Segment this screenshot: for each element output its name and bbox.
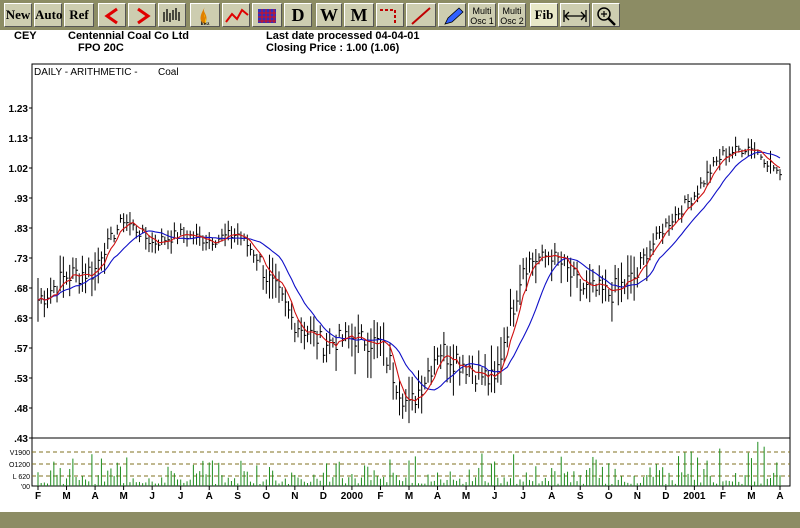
- toolbar: New Auto Ref kwz D W M Multi Osc 1 Multi Osc 2 Fib: [0, 0, 800, 31]
- x-tick-label: O: [605, 491, 613, 502]
- line-chart-icon: [225, 8, 249, 23]
- x-tick-label: M: [747, 491, 755, 502]
- arrow-right-icon: [137, 7, 151, 25]
- auto-button[interactable]: Auto: [34, 3, 62, 27]
- trendline-icon: [411, 7, 431, 25]
- price-chart: 1.23 1.13 1.02 .93 .83 .73 .68 .63 .57 .53 .48 .43 F…: [9, 63, 791, 502]
- chart-panel: CEY Centennial Coal Co Ltd FPO 20C Last …: [0, 30, 800, 512]
- expand-horizontal-icon: [563, 10, 587, 22]
- button-label: M: [350, 5, 368, 25]
- ref-button[interactable]: Ref: [64, 3, 94, 27]
- w-button[interactable]: W: [316, 3, 342, 27]
- button-label: Ref: [69, 7, 89, 22]
- volume-tick-label: '00: [21, 484, 30, 491]
- x-tick-label: F: [720, 491, 726, 502]
- new-button[interactable]: New: [4, 3, 32, 27]
- x-tick-label: A: [91, 491, 98, 502]
- y-tick-label: .43: [14, 434, 28, 445]
- x-tick-label: A: [548, 491, 555, 502]
- button-label: Auto: [35, 7, 63, 22]
- y-tick-label: .83: [14, 224, 28, 235]
- x-tick-label: F: [35, 491, 41, 502]
- x-tick-label: J: [520, 491, 526, 502]
- x-tick-label: J: [149, 491, 155, 502]
- arrow-left-button[interactable]: [98, 3, 126, 27]
- x-tick-label: A: [206, 491, 213, 502]
- x-tick-label: M: [119, 491, 127, 502]
- multi-osc-label: Multi Osc 2: [500, 6, 524, 26]
- x-tick-label: D: [320, 491, 327, 502]
- bar-chart-button[interactable]: [158, 3, 186, 27]
- y-tick-label: .93: [14, 194, 28, 205]
- y-tick-label: 1.13: [9, 134, 29, 145]
- volume-tick-label: V1900: [10, 450, 30, 457]
- trendline-button[interactable]: [406, 3, 436, 27]
- multi-osc-1-button[interactable]: Multi Osc 1: [468, 3, 496, 27]
- arrow-left-icon: [104, 7, 118, 25]
- x-tick-label: O: [262, 491, 270, 502]
- m-button[interactable]: M: [344, 3, 374, 27]
- y-tick-label: .53: [14, 374, 28, 385]
- volume-tick-label: L 620: [13, 474, 30, 481]
- zoom-icon: [597, 7, 616, 26]
- svg-text:kwz: kwz: [201, 22, 210, 26]
- x-tick-label: J: [178, 491, 184, 502]
- y-tick-label: 1.02: [9, 164, 29, 175]
- x-tick-label: M: [462, 491, 470, 502]
- pencil-button[interactable]: [438, 3, 466, 27]
- x-tick-label: J: [492, 491, 498, 502]
- fire-button[interactable]: kwz: [190, 3, 220, 27]
- d-button[interactable]: D: [284, 3, 312, 27]
- bar-chart-icon: [163, 8, 180, 22]
- fib-button[interactable]: Fib: [530, 3, 558, 27]
- x-tick-label: 2001: [683, 491, 706, 502]
- zoom-button[interactable]: [592, 3, 620, 27]
- step-line-button[interactable]: [376, 3, 404, 27]
- fire-icon: kwz: [200, 7, 210, 26]
- y-tick-label: .48: [14, 404, 28, 415]
- button-label: New: [5, 7, 31, 22]
- x-tick-label: M: [405, 491, 413, 502]
- y-tick-label: .73: [14, 254, 28, 265]
- line-chart-button[interactable]: [222, 3, 250, 27]
- pencil-icon: [444, 7, 464, 25]
- x-tick-label: F: [377, 491, 383, 502]
- x-tick-label: A: [434, 491, 441, 502]
- x-tick-label: S: [234, 491, 241, 502]
- status-bar: [0, 512, 800, 528]
- button-label: Fib: [534, 7, 554, 22]
- x-tick-label: M: [62, 491, 70, 502]
- y-tick-label: .68: [14, 284, 28, 295]
- volume-tick-label: O1200: [9, 462, 30, 469]
- x-tick-label: S: [577, 491, 584, 502]
- x-tick-label: N: [634, 491, 641, 502]
- multi-osc-2-button[interactable]: Multi Osc 2: [498, 3, 526, 27]
- x-tick-label: N: [291, 491, 298, 502]
- y-tick-label: 1.23: [9, 104, 29, 115]
- y-tick-label: .63: [14, 314, 28, 325]
- arrow-right-button[interactable]: [128, 3, 156, 27]
- y-tick-label: .57: [14, 344, 28, 355]
- x-tick-label: D: [662, 491, 669, 502]
- x-tick-label: A: [776, 491, 783, 502]
- button-label: D: [291, 5, 305, 25]
- grid-chart-icon: [258, 9, 276, 23]
- grid-chart-button[interactable]: [252, 3, 282, 27]
- multi-osc-label: Multi Osc 1: [470, 6, 494, 26]
- fast-moving-average-line: [37, 149, 781, 402]
- slow-moving-average-line: [37, 151, 781, 391]
- x-tick-label: 2000: [341, 491, 364, 502]
- button-label: W: [320, 5, 338, 25]
- plot-frame: [31, 63, 791, 487]
- expand-horizontal-button[interactable]: [560, 3, 590, 27]
- step-line-icon: [380, 9, 396, 23]
